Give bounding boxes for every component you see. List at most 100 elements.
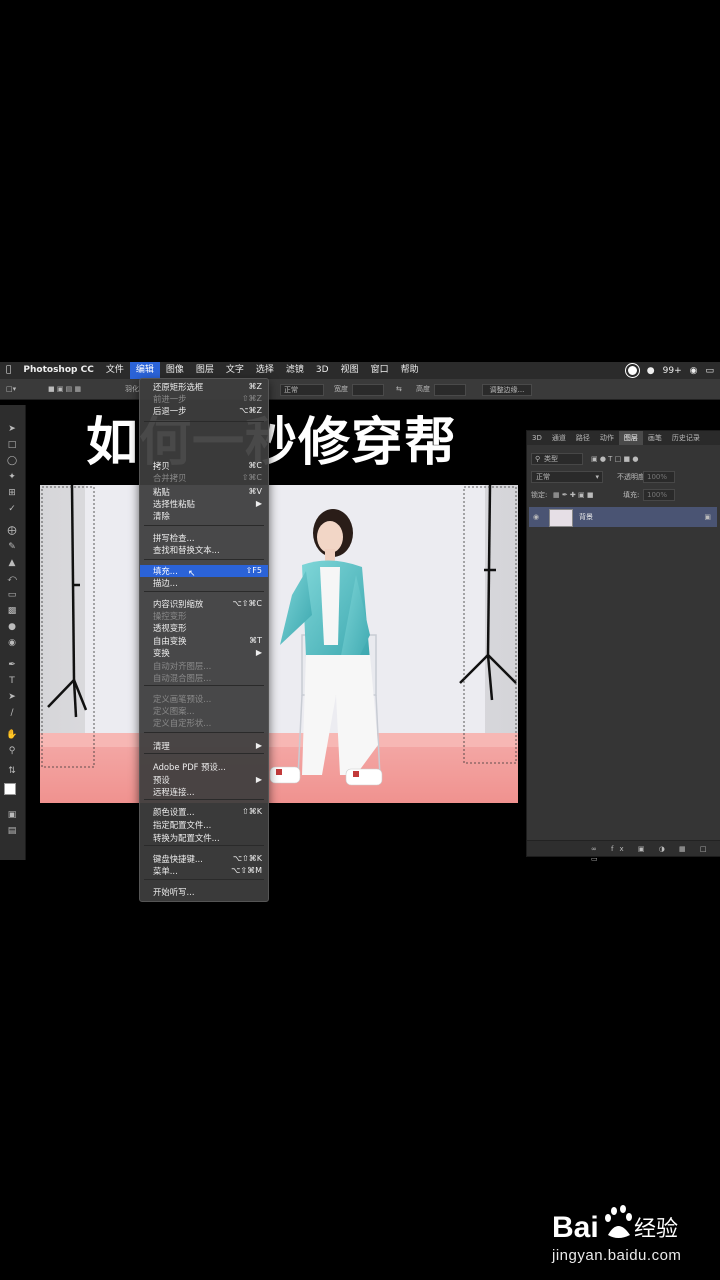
healing-tool-icon[interactable]: ⨁ bbox=[6, 525, 18, 537]
edit-menu-item[interactable]: 前进一步 ⇧⌘Z bbox=[140, 393, 268, 405]
edit-menu-item[interactable]: 查找和替换文本... bbox=[140, 544, 268, 556]
apple-icon[interactable]:  bbox=[0, 362, 17, 379]
edit-menu-item[interactable]: 清除 bbox=[140, 510, 268, 522]
menu-help[interactable]: 帮助 bbox=[395, 362, 425, 379]
edit-menu-item[interactable]: 清理 ▶ bbox=[140, 740, 268, 752]
move-tool-icon[interactable]: ➤ bbox=[6, 423, 18, 435]
edit-menu-item[interactable]: 还原矩形选框 ⌘Z bbox=[140, 381, 268, 393]
lock-icons[interactable]: ▦ ✒ ✚ ▣ ■ bbox=[553, 490, 593, 500]
menu-type[interactable]: 文字 bbox=[220, 362, 250, 379]
record-icon[interactable] bbox=[625, 364, 639, 377]
edit-menu-item[interactable]: 拼写检查... bbox=[140, 532, 268, 544]
blend-mode-select[interactable]: 正常 ▾ bbox=[531, 471, 603, 483]
edit-menu-item[interactable]: 菜单... ⌥⇧⌘M bbox=[140, 865, 268, 877]
swap-icon[interactable]: ⇆ bbox=[396, 384, 402, 394]
edit-menu-item[interactable]: 指定配置文件... bbox=[140, 819, 268, 831]
edit-menu-item[interactable]: 粘贴 ⌘V bbox=[140, 486, 268, 498]
menu-layer[interactable]: 图层 bbox=[190, 362, 220, 379]
gradient-tool-icon[interactable]: ▩ bbox=[6, 605, 18, 617]
layer-action-icons[interactable]: ∞ fx ▣ ◑ ▦ □ ▭ bbox=[591, 844, 720, 864]
edit-menu-item[interactable]: 自动对齐图层... bbox=[140, 660, 268, 672]
tab-brushes[interactable]: 画笔 bbox=[643, 431, 667, 445]
edit-menu-item[interactable]: 定义画笔预设... bbox=[140, 693, 268, 705]
edit-menu-item[interactable]: 转换为配置文件... bbox=[140, 832, 268, 844]
edit-menu-item[interactable]: 定义图案... bbox=[140, 705, 268, 717]
line-tool-icon[interactable]: ∕ bbox=[6, 707, 18, 719]
menu-file[interactable]: 文件 bbox=[100, 362, 130, 379]
edit-menu-item[interactable]: 定义自定形状... bbox=[140, 717, 268, 729]
tab-actions[interactable]: 动作 bbox=[595, 431, 619, 445]
document-canvas[interactable] bbox=[40, 485, 518, 803]
tab-history[interactable]: 历史记录 bbox=[667, 431, 705, 445]
menu-select[interactable]: 选择 bbox=[250, 362, 280, 379]
path-select-tool-icon[interactable]: ➤ bbox=[6, 691, 18, 703]
quick-mask-icon[interactable]: ▣ bbox=[6, 809, 18, 821]
dodge-tool-icon[interactable]: ◉ bbox=[6, 637, 18, 649]
type-tool-icon[interactable]: T bbox=[6, 675, 18, 687]
selection-mode-icons[interactable]: ■ ▣ ▤ ▦ bbox=[48, 384, 81, 394]
edit-menu-item[interactable]: 开始听写... bbox=[140, 886, 268, 898]
refine-edge-button[interactable]: 调整边缘... bbox=[482, 384, 532, 396]
eye-icon[interactable]: ◉ bbox=[533, 512, 539, 522]
menu-edit[interactable]: 编辑 bbox=[129, 362, 160, 379]
menu-window[interactable]: 窗口 bbox=[365, 362, 395, 379]
eyedropper-tool-icon[interactable]: ✓ bbox=[6, 503, 18, 515]
screen-mode-icon[interactable]: ▤ bbox=[6, 825, 18, 837]
tab-layers[interactable]: 图层 bbox=[618, 431, 643, 445]
foreground-color-swatch[interactable] bbox=[4, 783, 16, 795]
opacity-input[interactable]: 100% bbox=[643, 471, 675, 483]
style-select[interactable]: 正常 bbox=[280, 384, 324, 396]
edit-menu-item[interactable]: 合并拷贝 ⇧⌘C bbox=[140, 472, 268, 484]
edit-menu-item[interactable]: 预设 ▶ bbox=[140, 774, 268, 786]
swap-colors-icon[interactable]: ⇅ bbox=[6, 765, 18, 777]
hand-tool-icon[interactable]: ✋ bbox=[6, 729, 18, 741]
menu-view[interactable]: 视图 bbox=[335, 362, 365, 379]
edit-menu-item[interactable]: 颜色设置... ⇧⌘K bbox=[140, 806, 268, 818]
edit-menu-item[interactable]: 内容识别缩放 ⌥⇧⌘C bbox=[140, 598, 268, 610]
edit-menu-item[interactable]: 拷贝 ⌘C bbox=[140, 460, 268, 472]
notification-badge[interactable]: 99+ bbox=[663, 366, 682, 376]
stamp-tool-icon[interactable]: ▲ bbox=[6, 557, 18, 569]
tab-channels[interactable]: 通道 bbox=[547, 431, 571, 445]
edit-menu-item[interactable]: 操控变形 bbox=[140, 610, 268, 622]
layer-filter-icons[interactable]: ▣ ● T □ ■ ● bbox=[591, 454, 638, 464]
menu-item-fill-highlighted[interactable]: 填充... ⇧F5 ↖ bbox=[140, 565, 268, 579]
fill-input[interactable]: 100% bbox=[643, 489, 675, 501]
history-brush-tool-icon[interactable]: ⤺ bbox=[6, 573, 18, 585]
menu-separator bbox=[144, 799, 264, 800]
tab-3d[interactable]: 3D bbox=[527, 431, 547, 445]
tab-paths[interactable]: 路径 bbox=[571, 431, 595, 445]
edit-menu-item[interactable]: 选择性粘贴 ▶ bbox=[140, 498, 268, 510]
edit-menu-item[interactable]: 后退一步 ⌥⌘Z bbox=[140, 405, 268, 417]
tool-preset-icon[interactable]: □▾ bbox=[6, 384, 16, 394]
airplay-icon[interactable]: ▭ bbox=[705, 366, 714, 376]
edit-menu-item[interactable]: 透视变形 bbox=[140, 622, 268, 634]
menu-photoshop[interactable]: Photoshop CC bbox=[17, 362, 99, 379]
layer-filter-select[interactable]: ⚲ 类型 bbox=[531, 453, 583, 465]
edit-menu-item[interactable]: 远程连接... bbox=[140, 786, 268, 798]
qq-icon[interactable]: ● bbox=[647, 366, 655, 376]
eraser-tool-icon[interactable]: ▭ bbox=[6, 589, 18, 601]
brush-tool-icon[interactable]: ✎ bbox=[6, 541, 18, 553]
blur-tool-icon[interactable]: ● bbox=[6, 621, 18, 633]
edit-menu-item[interactable]: 变换 ▶ bbox=[140, 647, 268, 659]
quick-select-tool-icon[interactable]: ✦ bbox=[6, 471, 18, 483]
width-input[interactable] bbox=[352, 384, 384, 396]
edit-menu-item[interactable]: 自动混合图层... bbox=[140, 672, 268, 684]
zoom-tool-icon[interactable]: ⚲ bbox=[6, 745, 18, 757]
menu-filter[interactable]: 滤镜 bbox=[280, 362, 310, 379]
menu-image[interactable]: 图像 bbox=[160, 362, 190, 379]
baidu-logo: Bai 经验 bbox=[552, 1205, 702, 1244]
layer-row-background[interactable]: ◉ 背景 ▣ bbox=[529, 507, 717, 527]
edit-menu-item[interactable]: 描边... bbox=[140, 577, 268, 589]
lasso-tool-icon[interactable]: ◯ bbox=[6, 455, 18, 467]
height-input[interactable] bbox=[434, 384, 466, 396]
edit-menu-item[interactable]: 键盘快捷键... ⌥⇧⌘K bbox=[140, 853, 268, 865]
crop-tool-icon[interactable]: ⊞ bbox=[6, 487, 18, 499]
edit-menu-item[interactable]: Adobe PDF 预设... bbox=[140, 761, 268, 773]
edit-menu-item[interactable]: 自由变换 ⌘T bbox=[140, 635, 268, 647]
pen-tool-icon[interactable]: ✒ bbox=[6, 659, 18, 671]
wechat-icon[interactable]: ◉ bbox=[690, 366, 698, 376]
menu-3d[interactable]: 3D bbox=[310, 362, 335, 379]
marquee-tool-icon[interactable]: □ bbox=[6, 439, 18, 451]
